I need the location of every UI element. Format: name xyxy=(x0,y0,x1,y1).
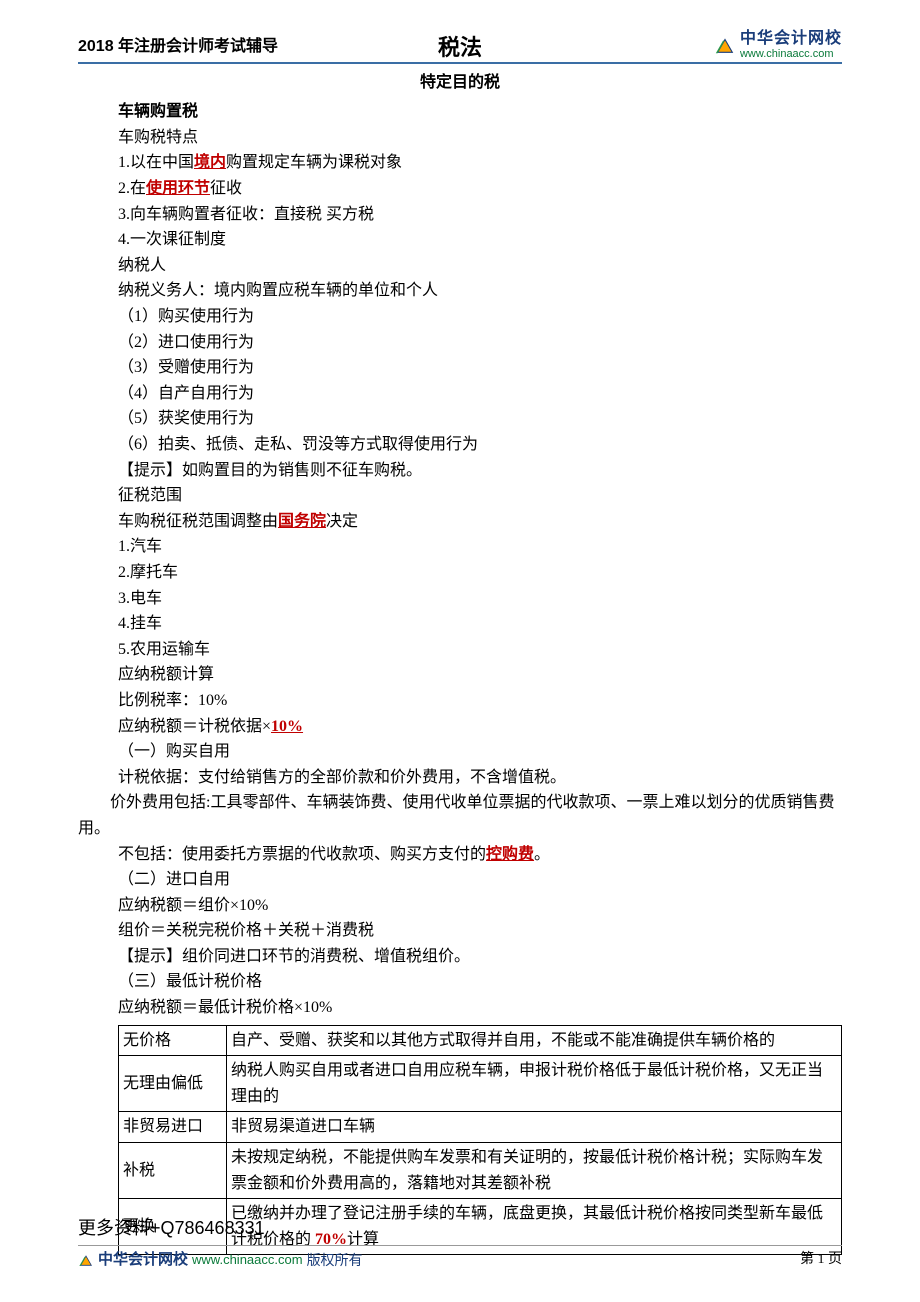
table-cell-desc: 非贸易渠道进口车辆 xyxy=(227,1112,842,1143)
list-item: （2）进口使用行为 xyxy=(118,330,842,356)
header-subject: 税法 xyxy=(438,30,482,65)
keyword-red: 国务院 xyxy=(278,513,326,530)
text-line: 价外费用包括:工具零部件、车辆装饰费、使用代收单位票据的代收款项、一票上难以划分… xyxy=(78,790,842,841)
triangle-logo-icon xyxy=(714,34,736,56)
table-cell-label: 非贸易进口 xyxy=(119,1112,227,1143)
table-row: 非贸易进口 非贸易渠道进口车辆 xyxy=(119,1112,842,1143)
table-cell-label: 无价格 xyxy=(119,1025,227,1056)
list-item: 4.挂车 xyxy=(118,611,842,637)
footer-logo-row: 中华会计网校 www.chinaacc.com 版权所有 xyxy=(78,1248,363,1272)
text-line: 应纳税额＝计税依据×10% xyxy=(118,714,842,740)
text-line: 比例税率：10% xyxy=(118,688,842,714)
list-item: （6）拍卖、抵债、走私、罚没等方式取得使用行为 xyxy=(118,432,842,458)
text-line: 3.向车辆购置者征收：直接税 买方税 xyxy=(118,202,842,228)
logo-text-cn: 中华会计网校 xyxy=(740,30,842,48)
doc-main-title: 特定目的税 xyxy=(78,70,842,96)
text-line: 计税依据：支付给销售方的全部价款和价外费用，不含增值税。 xyxy=(118,765,842,791)
triangle-logo-icon xyxy=(78,1252,94,1268)
keyword-red: 使用环节 xyxy=(146,180,210,197)
subheading: （三）最低计税价格 xyxy=(118,969,842,995)
subheading: （一）购买自用 xyxy=(118,739,842,765)
table-cell-label: 补税 xyxy=(119,1143,227,1199)
table-cell-label: 无理由偏低 xyxy=(119,1056,227,1112)
keyword-red: 控购费 xyxy=(486,846,534,863)
list-item: 3.电车 xyxy=(118,586,842,612)
tip-line: 【提示】组价同进口环节的消费税、增值税组价。 xyxy=(118,944,842,970)
subheading: 纳税人 xyxy=(118,253,842,279)
list-item: （5）获奖使用行为 xyxy=(118,406,842,432)
list-item: 5.农用运输车 xyxy=(118,637,842,663)
content-body: 车辆购置税 车购税特点 1.以在中国境内购置规定车辆为课税对象 2.在使用环节征… xyxy=(78,99,842,1255)
table-row: 补税 未按规定纳税，不能提供购车发票和有关证明的，按最低计税价格计税；实际购车发… xyxy=(119,1143,842,1199)
list-item: 1.汽车 xyxy=(118,534,842,560)
list-item: 2.摩托车 xyxy=(118,560,842,586)
table-cell-desc: 未按规定纳税，不能提供购车发票和有关证明的，按最低计税价格计税；实际购车发票金额… xyxy=(227,1143,842,1199)
list-item: （3）受赠使用行为 xyxy=(118,355,842,381)
text-line: 车购税征税范围调整由国务院决定 xyxy=(118,509,842,535)
list-item: （1）购买使用行为 xyxy=(118,304,842,330)
page-header: 2018 年注册会计师考试辅导 税法 中华会计网校 www.chinaacc.c… xyxy=(78,30,842,64)
footer-copyright: 版权所有 xyxy=(307,1249,363,1271)
tip-line: 【提示】如购置目的为销售则不征车购税。 xyxy=(118,458,842,484)
table-cell-desc: 自产、受赠、获奖和以其他方式取得并自用，不能或不能准确提供车辆价格的 xyxy=(227,1025,842,1056)
table-row: 无价格 自产、受赠、获奖和以其他方式取得并自用，不能或不能准确提供车辆价格的 xyxy=(119,1025,842,1056)
header-logo-block: 中华会计网校 www.chinaacc.com xyxy=(714,30,842,60)
subheading: 应纳税额计算 xyxy=(118,662,842,688)
section-heading: 车辆购置税 xyxy=(118,99,842,125)
text-line: 组价＝关税完税价格＋关税＋消费税 xyxy=(118,918,842,944)
keyword-red: 境内 xyxy=(194,154,226,171)
text-line: 4.一次课征制度 xyxy=(118,227,842,253)
footer-url: www.chinaacc.com xyxy=(192,1250,303,1271)
subheading: 车购税特点 xyxy=(118,125,842,151)
text-line: 应纳税额＝组价×10% xyxy=(118,893,842,919)
page-footer: 更多资料+Q786468331 中华会计网校 www.chinaacc.com … xyxy=(78,1214,842,1272)
footer-contact: 更多资料+Q786468331 xyxy=(78,1214,842,1246)
subheading: 征税范围 xyxy=(118,483,842,509)
footer-logo-cn: 中华会计网校 xyxy=(98,1248,188,1272)
subheading: （二）进口自用 xyxy=(118,867,842,893)
text-line: 1.以在中国境内购置规定车辆为课税对象 xyxy=(118,150,842,176)
table-row: 无理由偏低 纳税人购买自用或者进口自用应税车辆，申报计税价格低于最低计税价格，又… xyxy=(119,1056,842,1112)
text-line: 纳税义务人：境内购置应税车辆的单位和个人 xyxy=(118,278,842,304)
table-cell-desc: 纳税人购买自用或者进口自用应税车辆，申报计税价格低于最低计税价格，又无正当理由的 xyxy=(227,1056,842,1112)
text-line: 不包括：使用委托方票据的代收款项、购买方支付的控购费。 xyxy=(118,842,842,868)
list-item: （4）自产自用行为 xyxy=(118,381,842,407)
text-line: 应纳税额＝最低计税价格×10% xyxy=(118,995,842,1021)
text-line: 2.在使用环节征收 xyxy=(118,176,842,202)
logo-url: www.chinaacc.com xyxy=(740,48,842,60)
header-course-title: 2018 年注册会计师考试辅导 xyxy=(78,34,278,60)
paragraph-wrap: 价外费用包括:工具零部件、车辆装饰费、使用代收单位票据的代收款项、一票上难以划分… xyxy=(78,790,842,841)
keyword-red: 10% xyxy=(271,718,303,735)
page-number: 第 1 页 xyxy=(800,1249,842,1271)
